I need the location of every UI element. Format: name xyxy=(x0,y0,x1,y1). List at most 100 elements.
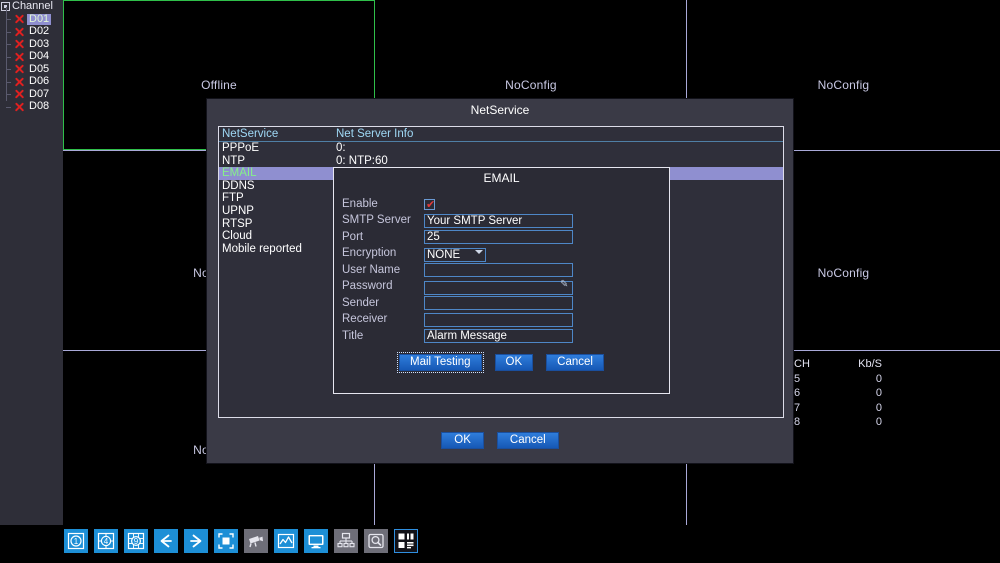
netservice-cancel-button[interactable]: Cancel xyxy=(496,432,559,449)
chart-record-icon[interactable] xyxy=(274,529,298,553)
field-row-username: User Name xyxy=(342,262,663,279)
video-cell-label: Offline xyxy=(201,78,237,92)
field-row-receiver: Receiver xyxy=(342,312,663,329)
field-row-port: Port xyxy=(342,229,663,246)
email-dialog-title: EMAIL xyxy=(483,171,520,185)
display-monitor-icon[interactable] xyxy=(304,529,328,553)
next-page-icon[interactable] xyxy=(184,529,208,553)
channel-item-d02[interactable]: D02 xyxy=(0,19,63,39)
field-row-title: Title xyxy=(342,328,663,345)
view-nine-icon[interactable]: 9 xyxy=(124,529,148,553)
channel-item-d04[interactable]: D04 xyxy=(0,44,63,64)
channel-item-d06[interactable]: D06 xyxy=(0,69,63,89)
video-cell-label: NoConfig xyxy=(505,78,557,92)
stats-rate: 0 xyxy=(875,387,882,399)
channel-item-label: D06 xyxy=(29,75,50,88)
svg-text:4: 4 xyxy=(104,537,109,546)
port-input[interactable] xyxy=(424,230,573,245)
username-input[interactable] xyxy=(424,263,573,278)
netservice-row-name: FTP xyxy=(222,192,244,205)
netservice-row-name: DDNS xyxy=(222,179,255,192)
email-dialog-footer: Mail Testing OK Cancel xyxy=(334,352,669,373)
netservice-row-info: 0: NTP:60 xyxy=(336,154,388,167)
smtp-server-label: SMTP Server xyxy=(342,214,411,226)
stats-rate: 0 xyxy=(875,416,882,428)
field-row-smtp-server: SMTP Server xyxy=(342,213,663,230)
enable-checkbox[interactable]: ✔ xyxy=(424,198,436,211)
channel-item-label: D03 xyxy=(29,37,50,50)
netservice-ok-button[interactable]: OK xyxy=(441,432,484,449)
email-cancel-button[interactable]: Cancel xyxy=(546,354,604,371)
red-x-icon xyxy=(14,14,25,25)
channel-item-d03[interactable]: D03 xyxy=(0,32,63,51)
title-label: Title xyxy=(342,329,364,342)
stats-row: 6 0 xyxy=(790,386,890,401)
netservice-row-name: NTP xyxy=(222,154,245,167)
netservice-row-name: EMAIL xyxy=(222,167,257,180)
receiver-input[interactable] xyxy=(424,312,573,327)
stats-row: 5 0 xyxy=(790,372,890,387)
channel-item-d07[interactable]: D07 xyxy=(0,82,63,101)
channel-tree-panel: Channel D01 D02 D03 D04 D05 D06 D07 D08 xyxy=(0,0,63,525)
title-input[interactable] xyxy=(424,329,573,344)
mail-testing-button[interactable]: Mail Testing xyxy=(397,352,484,373)
netservice-row-name: RTSP xyxy=(222,217,253,230)
username-label: User Name xyxy=(342,263,401,276)
red-x-icon xyxy=(14,64,25,75)
view-quad-icon[interactable]: 4 xyxy=(94,529,118,553)
main-menu-icon[interactable] xyxy=(394,529,418,553)
view-single-icon[interactable]: 1 xyxy=(64,529,88,553)
taskbar-buttons: 1 4 9 xyxy=(64,529,418,553)
netservice-row-ntp[interactable]: NTP 0: NTP:60 xyxy=(219,155,783,168)
smtp-server-input[interactable] xyxy=(424,213,573,228)
red-x-icon xyxy=(14,89,25,100)
svg-text:9: 9 xyxy=(134,537,139,546)
encryption-select[interactable]: NONE xyxy=(424,247,486,262)
tree-line xyxy=(6,82,7,101)
previous-page-icon[interactable] xyxy=(154,529,178,553)
network-tree-icon[interactable] xyxy=(334,529,358,553)
sender-input[interactable] xyxy=(424,296,573,311)
channel-item-d01[interactable]: D01 xyxy=(0,7,63,26)
channel-tree-header[interactable]: Channel xyxy=(0,0,63,13)
channel-item-label: D08 xyxy=(29,100,50,113)
channel-item-d08[interactable]: D08 xyxy=(0,101,63,114)
email-ok-button[interactable]: OK xyxy=(494,354,534,371)
stats-rate: 0 xyxy=(875,401,882,414)
tree-tick xyxy=(6,94,11,96)
sender-label: Sender xyxy=(342,296,380,309)
netservice-row-pppoe[interactable]: PPPoE 0: xyxy=(219,142,783,155)
checkmark-icon: ✔ xyxy=(426,198,436,211)
stats-ch: 8 xyxy=(794,416,801,428)
camera-ptz-icon[interactable] xyxy=(244,529,268,553)
bitrate-stats-panel: CH Kb/S 5 0 6 0 7 0 8 0 xyxy=(790,357,890,430)
netservice-window-title: NetService xyxy=(207,99,793,121)
stats-row: 7 0 xyxy=(790,401,890,416)
netservice-list-header: NetService Net Server Info xyxy=(219,127,783,142)
tree-tick xyxy=(6,106,11,108)
nvr-screen: Offline NoConfig NoConfig NoConfig NoCon… xyxy=(0,0,1000,563)
channel-tree-title: Channel xyxy=(12,0,53,12)
red-x-icon xyxy=(14,39,25,50)
channel-item-label: D07 xyxy=(29,87,50,100)
fullscreen-icon[interactable] xyxy=(214,529,238,553)
disk-search-icon[interactable] xyxy=(364,529,388,553)
netservice-col-name: NetService xyxy=(222,128,279,140)
stats-header-ch: CH xyxy=(794,358,810,370)
channel-item-label: D05 xyxy=(29,62,50,75)
stats-header-row: CH Kb/S xyxy=(790,357,890,372)
field-row-enable: Enable ✔ xyxy=(342,196,663,213)
receiver-label: Receiver xyxy=(342,313,388,325)
enable-label: Enable xyxy=(342,197,378,210)
stats-ch: 5 xyxy=(794,372,801,385)
netservice-row-name: Cloud xyxy=(222,230,253,243)
netservice-row-name: PPPoE xyxy=(222,142,260,154)
channel-item-label: D01 xyxy=(27,12,52,25)
password-input[interactable] xyxy=(424,280,573,295)
field-row-sender: Sender xyxy=(342,295,663,312)
channel-item-d05[interactable]: D05 xyxy=(0,57,63,76)
reveal-password-icon[interactable]: ✎ xyxy=(560,279,570,290)
stats-header-rate: Kb/S xyxy=(858,358,882,370)
video-cell-label: NoConfig xyxy=(817,266,870,280)
email-form: Enable ✔ SMTP Server Port Encryption NON… xyxy=(342,196,663,345)
